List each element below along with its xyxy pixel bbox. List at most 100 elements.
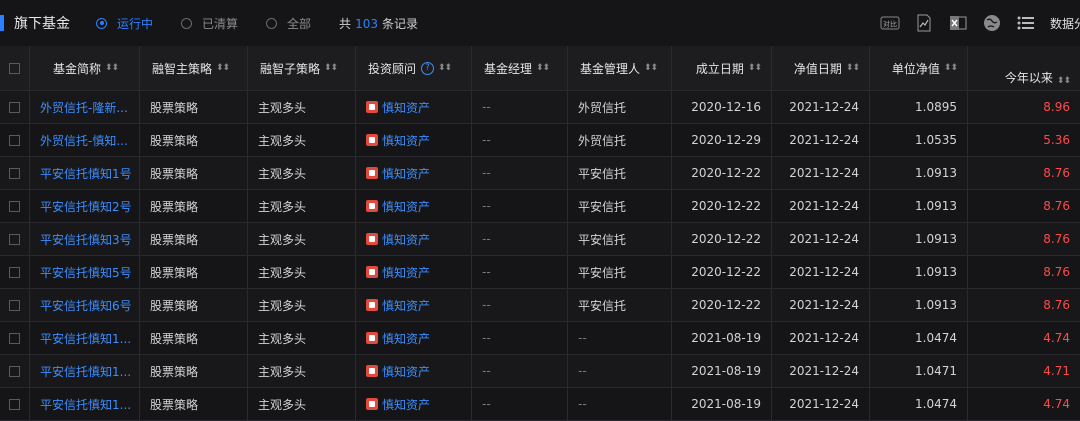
- row-checkbox[interactable]: [9, 365, 20, 377]
- cell-advisor[interactable]: 慎知资产: [356, 388, 472, 420]
- chart-export-icon[interactable]: [914, 13, 934, 33]
- row-checkbox[interactable]: [9, 167, 20, 179]
- cell-fund-name[interactable]: 外贸信托-慎知...: [30, 124, 140, 156]
- select-all-checkbox[interactable]: [9, 62, 20, 74]
- cell-main-strategy: 股票策略: [140, 124, 248, 156]
- filter-all-radio[interactable]: 全部: [266, 15, 311, 32]
- cell-advisor[interactable]: 慎知资产: [356, 289, 472, 321]
- cell-nav-date: 2021-12-24: [772, 322, 870, 354]
- row-select-cell: [0, 322, 30, 354]
- compare-icon[interactable]: 对比: [880, 13, 900, 33]
- record-count-prefix: 共: [339, 16, 352, 31]
- cell-fund-name[interactable]: 平安信托慎知3号: [30, 223, 140, 255]
- row-checkbox[interactable]: [9, 332, 20, 344]
- col-inception-date[interactable]: 成立日期 ⬍⬍: [672, 46, 772, 90]
- excel-icon[interactable]: [948, 13, 968, 33]
- cell-fund-name[interactable]: 平安信托慎知1...: [30, 355, 140, 387]
- nav-date-text: 2021-12-24: [789, 199, 859, 213]
- table-row[interactable]: 平安信托慎知3号 股票策略 主观多头 慎知资产 -- 平安信托 2020-12-22 2021…: [0, 223, 1080, 256]
- advisor-text: 慎知资产: [382, 232, 431, 247]
- ytd-return-text: 8.76: [1043, 265, 1070, 279]
- cell-sub-strategy: 主观多头: [248, 388, 356, 420]
- col-manager[interactable]: 基金经理 ⬍⬍: [472, 46, 568, 90]
- fund-company-text: 平安信托: [578, 166, 627, 181]
- row-checkbox[interactable]: [9, 134, 20, 146]
- sort-icon: ⬍⬍: [644, 63, 658, 73]
- cell-fund-name[interactable]: 平安信托慎知1...: [30, 388, 140, 420]
- cell-advisor[interactable]: 慎知资产: [356, 355, 472, 387]
- advisor-text: 慎知资产: [382, 100, 431, 115]
- fund-name-text: 平安信托慎知2号: [40, 199, 132, 214]
- ytd-return-text: 8.76: [1043, 298, 1070, 312]
- table-row[interactable]: 平安信托慎知2号 股票策略 主观多头 慎知资产 -- 平安信托 2020-12-22 2021…: [0, 190, 1080, 223]
- row-checkbox[interactable]: [9, 266, 20, 278]
- col-main-strategy[interactable]: 融智主策略 ⬍⬍: [140, 46, 248, 90]
- filter-liquidated-radio[interactable]: 已清算: [181, 15, 238, 32]
- cell-advisor[interactable]: 慎知资产: [356, 157, 472, 189]
- fund-company-text: --: [578, 331, 587, 345]
- cell-main-strategy: 股票策略: [140, 190, 248, 222]
- inception-date-text: 2020-12-16: [691, 100, 761, 114]
- cell-advisor[interactable]: 慎知资产: [356, 91, 472, 123]
- cell-inception-date: 2021-08-19: [672, 388, 772, 420]
- cell-advisor[interactable]: 慎知资产: [356, 190, 472, 222]
- cell-fund-name[interactable]: 平安信托慎知6号: [30, 289, 140, 321]
- fund-name-text: 平安信托慎知1...: [40, 397, 132, 412]
- cell-ytd-return: 8.76: [968, 223, 1080, 255]
- row-checkbox[interactable]: [9, 233, 20, 245]
- cell-fund-name[interactable]: 平安信托慎知5号: [30, 256, 140, 288]
- sub-strategy-text: 主观多头: [258, 199, 307, 214]
- col-nav-date[interactable]: 净值日期 ⬍⬍: [772, 46, 870, 90]
- manager-text: --: [482, 232, 491, 246]
- cell-advisor[interactable]: 慎知资产: [356, 124, 472, 156]
- cell-advisor[interactable]: 慎知资产: [356, 322, 472, 354]
- row-checkbox[interactable]: [9, 101, 20, 113]
- fund-table: 基金简称 ⬍⬍ 融智主策略 ⬍⬍ 融智子策略 ⬍⬍ 投资顾问? ⬍⬍ 基金经理 ⬍⬍ 基金…: [0, 46, 1080, 421]
- fund-name-text: 平安信托慎知1...: [40, 364, 132, 379]
- data-export-link[interactable]: 数据分: [1050, 15, 1080, 32]
- row-select-cell: [0, 256, 30, 288]
- col-fund-name[interactable]: 基金简称 ⬍⬍: [30, 46, 140, 90]
- table-row[interactable]: 平安信托慎知1... 股票策略 主观多头 慎知资产 -- -- 2021-08-19 2021…: [0, 322, 1080, 355]
- table-row[interactable]: 外贸信托-慎知... 股票策略 主观多头 慎知资产 -- 外贸信托 2020-12-29 20…: [0, 124, 1080, 157]
- manager-text: --: [482, 397, 491, 411]
- cell-fund-name[interactable]: 平安信托慎知2号: [30, 190, 140, 222]
- main-strategy-text: 股票策略: [150, 232, 199, 247]
- table-row[interactable]: 平安信托慎知6号 股票策略 主观多头 慎知资产 -- 平安信托 2020-12-22 2021…: [0, 289, 1080, 322]
- advisor-text: 慎知资产: [382, 199, 431, 214]
- table-row[interactable]: 平安信托慎知5号 股票策略 主观多头 慎知资产 -- 平安信托 2020-12-22 2021…: [0, 256, 1080, 289]
- col-fund-company[interactable]: 基金管理人 ⬍⬍: [568, 46, 672, 90]
- cell-fund-name[interactable]: 外贸信托-隆新...: [30, 91, 140, 123]
- table-row[interactable]: 平安信托慎知1号 股票策略 主观多头 慎知资产 -- 平安信托 2020-12-22 2021…: [0, 157, 1080, 190]
- cell-advisor[interactable]: 慎知资产: [356, 256, 472, 288]
- list-icon[interactable]: [1016, 13, 1036, 33]
- help-icon[interactable]: ?: [421, 61, 435, 75]
- cell-unit-nav: 1.0913: [870, 256, 968, 288]
- row-checkbox[interactable]: [9, 200, 20, 212]
- table-body: 外贸信托-隆新... 股票策略 主观多头 慎知资产 -- 外贸信托 2020-12-16 20…: [0, 91, 1080, 421]
- cell-main-strategy: 股票策略: [140, 322, 248, 354]
- col-ytd-return[interactable]: 今年以来 ⬍⬍: [968, 46, 1080, 90]
- unit-nav-text: 1.0913: [915, 199, 957, 213]
- cell-nav-date: 2021-12-24: [772, 124, 870, 156]
- table-row[interactable]: 平安信托慎知1... 股票策略 主观多头 慎知资产 -- -- 2021-08-19 2021…: [0, 388, 1080, 421]
- cell-advisor[interactable]: 慎知资产: [356, 223, 472, 255]
- unit-nav-text: 1.0913: [915, 298, 957, 312]
- row-checkbox[interactable]: [9, 398, 20, 410]
- col-advisor[interactable]: 投资顾问? ⬍⬍: [356, 46, 472, 90]
- globe-icon[interactable]: [982, 13, 1002, 33]
- cell-ytd-return: 4.71: [968, 355, 1080, 387]
- table-row[interactable]: 平安信托慎知1... 股票策略 主观多头 慎知资产 -- -- 2021-08-19 2021…: [0, 355, 1080, 388]
- filter-running-radio[interactable]: 运行中: [96, 15, 153, 32]
- row-select-cell: [0, 355, 30, 387]
- cell-nav-date: 2021-12-24: [772, 256, 870, 288]
- sort-icon: ⬍⬍: [943, 63, 958, 73]
- cell-fund-name[interactable]: 平安信托慎知1号: [30, 157, 140, 189]
- table-row[interactable]: 外贸信托-隆新... 股票策略 主观多头 慎知资产 -- 外贸信托 2020-12-16 20…: [0, 91, 1080, 124]
- cell-manager: --: [472, 355, 568, 387]
- row-checkbox[interactable]: [9, 299, 20, 311]
- col-sub-strategy[interactable]: 融智子策略 ⬍⬍: [248, 46, 356, 90]
- col-unit-nav[interactable]: 单位净值 ⬍⬍: [870, 46, 968, 90]
- advisor-logo-icon: [366, 266, 378, 278]
- cell-fund-name[interactable]: 平安信托慎知1...: [30, 322, 140, 354]
